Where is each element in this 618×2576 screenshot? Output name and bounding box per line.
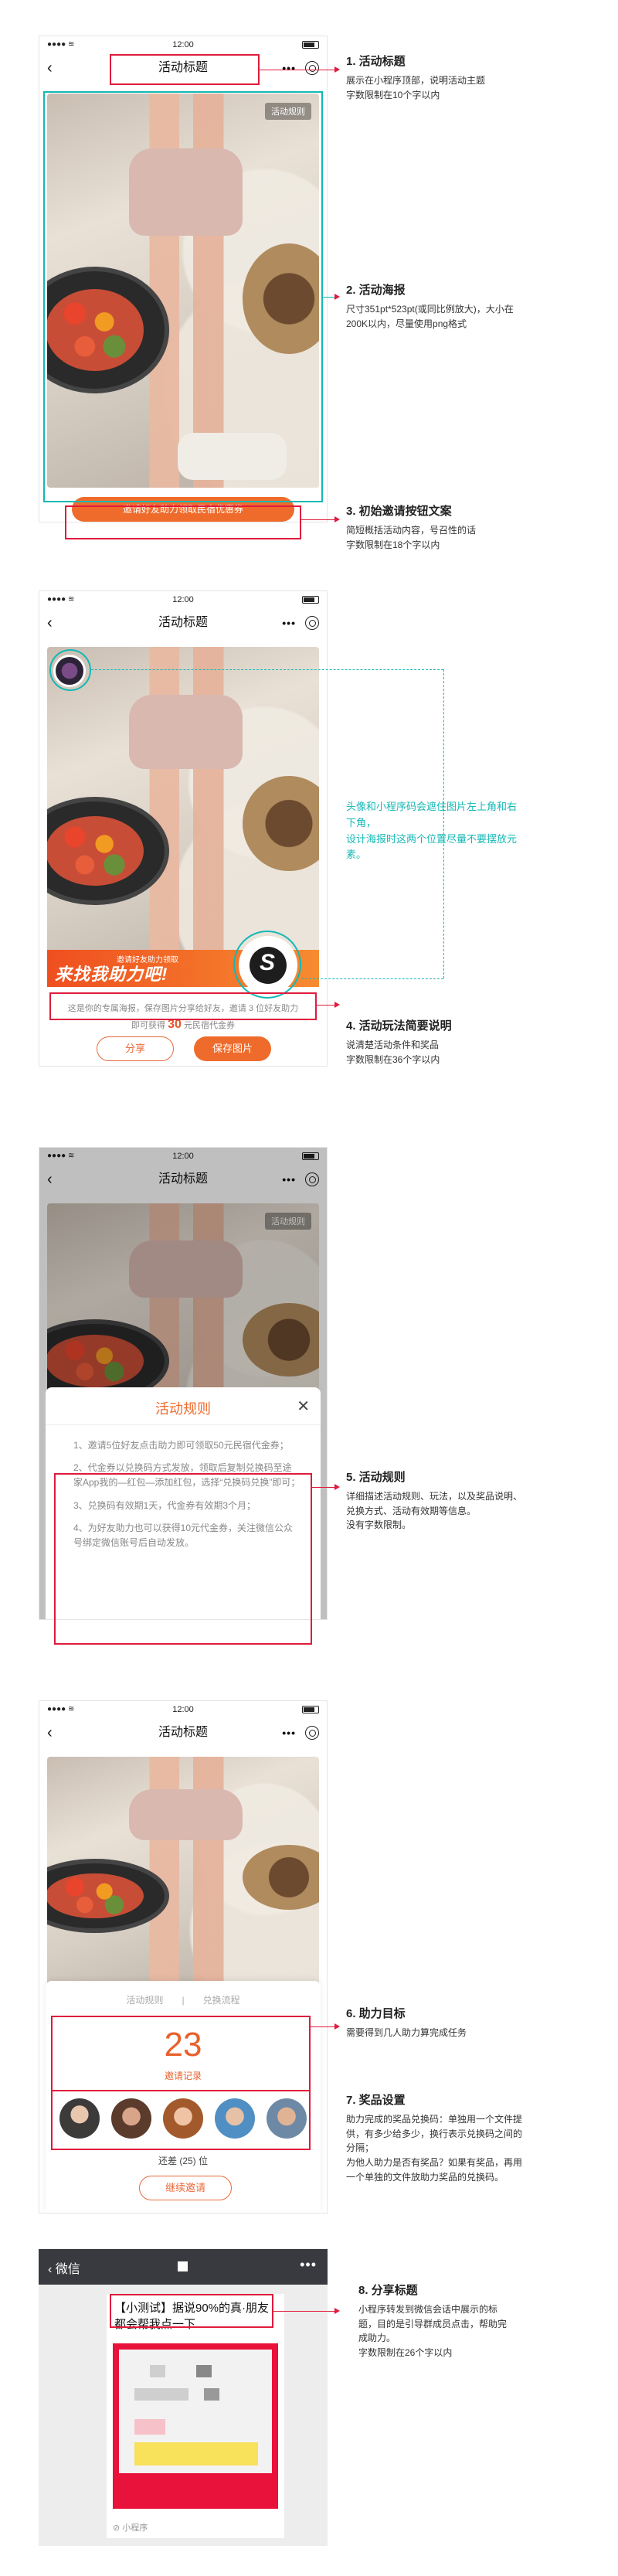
annotation-6: 6. 助力目标 需要得到几人助力算完成任务 [346,2007,467,2039]
blurred-block [204,2388,219,2401]
close-icon[interactable]: ✕ [297,1397,310,1416]
poster-shorts [128,1789,243,1840]
nav-bar: ‹ 活动标题 ••• [39,1718,327,1747]
more-icon[interactable]: ••• [300,2257,317,2273]
status-time: 12:00 [172,40,194,49]
rules-title: 活动规则 [155,1401,211,1417]
avatar-highlight [49,649,91,691]
annotation-avatar-note: 头像和小程序码会遮住图片左上角和右 下角， 设计海报时这两个位置尽量不要摆放元 … [346,801,518,861]
blurred-block [134,2388,188,2401]
annotation-line-6 [311,2023,340,2030]
battery-icon [302,41,319,49]
blurred-block [119,2473,272,2503]
chat-icon [178,2261,188,2271]
continue-invite-button[interactable]: 继续邀请 [139,2176,232,2200]
poster-highlight [43,91,323,502]
close-capsule-icon[interactable] [305,616,319,630]
close-capsule-icon[interactable] [305,1726,319,1740]
annotation-3: 3. 初始邀请按钮文案 简短概括活动内容，号召性的话 字数限制在18个字以内 [346,505,477,550]
nav-bar: ‹ 活动标题 ••• [39,608,327,638]
tab-exchange[interactable]: 兑换流程 [203,1995,240,2006]
blurred-block [134,2419,165,2435]
dash-h-top [91,669,443,670]
invite-button-highlight [65,505,301,539]
blurred-block [134,2442,258,2465]
back-arrow-icon[interactable]: ‹ [47,53,53,83]
annotation-8: 8. 分享标题 小程序转发到微信会话中展示的标 题，目的是引导群成员点击，帮助完… [358,2284,508,2359]
annotation-2: 2. 活动海报 尺寸351pt*523pt(或同比例放大)，大小在 200K以内… [346,284,514,329]
rules-highlight [54,1473,312,1645]
rule-item: 1、邀请5位好友点击助力即可领取50元民宿代金券； [73,1440,289,1451]
poster-shorts [128,694,243,770]
more-icon[interactable]: ••• [282,608,296,638]
status-time: 12:00 [172,1705,194,1714]
blurred-block [196,2365,212,2377]
spec-page: ●●●● ≋ 12:00 ‹ 活动标题 ••• 活动规则 邀请好友助力领取民宿优… [0,0,618,2576]
signal-icon: ●●●● ≋ [47,1705,75,1713]
activity-poster [47,1757,319,1989]
page-title: 活动标题 [158,616,208,629]
more-icon[interactable]: ••• [282,53,296,83]
annotation-line-5 [312,1484,340,1490]
annotation-5: 5. 活动规则 详细描述活动规则、玩法，以及奖品说明、 兑换方式、活动有效期等信… [346,1471,523,1531]
description-highlight [49,992,317,1020]
panel-tabs: 活动规则 | 兑换流程 [126,1995,240,2006]
back-arrow-icon[interactable]: ‹ [47,1718,53,1747]
mini-program-card[interactable]: 【小测试】据说90%的真·朋友都会帮我点一下 ⊘ 小程序 [107,2294,284,2538]
share-title-highlight [110,2294,273,2328]
status-bar: ●●●● ≋ 12:00 [39,1701,327,1718]
back-arrow-icon[interactable]: ‹ [47,608,53,638]
signal-icon: ●●●● ≋ [47,40,75,49]
close-capsule-icon[interactable] [305,61,319,75]
annotation-line-2 [323,294,340,300]
status-bar: ●●●● ≋ 12:00 [39,36,327,53]
progress-text: 还差 (25) 位 [158,2156,208,2166]
status-bar: ●●●● ≋ 12:00 [39,591,327,608]
banner-big-text: 来找我助力吧! [55,965,168,984]
wechat-back[interactable]: ‹ 微信 [48,2258,80,2277]
share-card-image [113,2343,278,2509]
wechat-title-bar: ‹ 微信 ••• [39,2249,328,2285]
mini-program-label: ⊘ 小程序 [113,2523,148,2533]
annotation-1: 1. 活动标题 展示在小程序顶部，说明活动主题 字数限制在10个字以内 [346,55,486,100]
annotation-line-8 [273,2308,340,2314]
page-title: 活动标题 [158,1726,208,1739]
divider [46,1424,321,1425]
reward-highlight [51,2081,311,2150]
share-button[interactable]: 分享 [97,1036,174,1061]
title-highlight [110,54,260,85]
qrcode-highlight [233,931,301,999]
status-time: 12:00 [172,595,194,604]
annotation-7: 7. 奖品设置 助力完成的奖品兑换码：单独用一个文件提 供，有多少给多少，换行表… [346,2094,523,2183]
annotation-line-4 [317,1002,340,1008]
signal-icon: ●●●● ≋ [47,595,75,604]
battery-icon [302,596,319,604]
annotation-line-3 [301,516,340,522]
more-icon[interactable]: ••• [282,1718,296,1747]
annotation-4: 4. 活动玩法简要说明 说清楚活动条件和奖品 字数限制在36个字以内 [346,1019,452,1065]
tab-rules[interactable]: 活动规则 [126,1995,163,2006]
blurred-block [150,2365,165,2377]
save-image-button[interactable]: 保存图片 [194,1036,271,1061]
dash-h-bottom [301,978,443,979]
battery-icon [302,1706,319,1713]
